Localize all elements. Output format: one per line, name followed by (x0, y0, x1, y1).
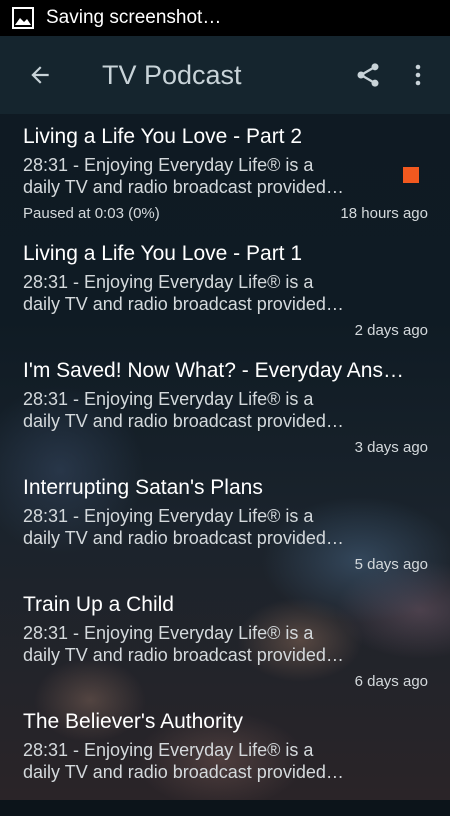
episode-title: The Believer's Authority (23, 710, 243, 733)
episode-description-line: 28:31 - Enjoying Everyday Life® is a (23, 623, 314, 643)
episode-description: 28:31 - Enjoying Everyday Life® is a dai… (23, 271, 383, 315)
playback-status: Paused at 0:03 (0%) (23, 205, 160, 222)
now-playing-stop-icon[interactable] (403, 167, 419, 183)
episode-title: Living a Life You Love - Part 2 (23, 125, 303, 148)
status-text: Saving screenshot… (46, 7, 222, 28)
back-button[interactable] (20, 55, 60, 95)
more-vert-icon (415, 64, 421, 86)
episode-description-line: 28:31 - Enjoying Everyday Life® is a (23, 506, 314, 526)
episode-meta: Paused at 0:03 (0%) 18 hours ago (23, 205, 428, 222)
episode-age: 2 days ago (354, 322, 428, 339)
episode-meta: 6 days ago (23, 673, 428, 690)
episode-description-line: 28:31 - Enjoying Everyday Life® is a (23, 389, 314, 409)
episode-item[interactable]: Living a Life You Love - Part 1 28:31 - … (0, 231, 450, 348)
image-icon (12, 7, 34, 29)
episode-description-line: daily TV and radio broadcast provided… (23, 294, 344, 314)
app-bar: TV Podcast (0, 36, 450, 114)
episode-list: Living a Life You Love - Part 2 28:31 - … (0, 114, 450, 816)
episode-description-line: daily TV and radio broadcast provided… (23, 762, 344, 782)
episode-description: 28:31 - Enjoying Everyday Life® is a dai… (23, 739, 383, 783)
episode-meta: 3 days ago (23, 439, 428, 456)
episode-item[interactable]: Train Up a Child 28:31 - Enjoying Everyd… (0, 582, 450, 699)
status-bar: Saving screenshot… (0, 0, 450, 36)
episode-item[interactable]: I'm Saved! Now What? - Everyday Ans… 28:… (0, 348, 450, 465)
episode-description-line: 28:31 - Enjoying Everyday Life® is a (23, 272, 314, 292)
page-title: TV Podcast (102, 59, 242, 90)
episode-title: Interrupting Satan's Plans (23, 476, 263, 499)
arrow-left-icon (31, 66, 49, 84)
episode-meta: 2 days ago (23, 322, 428, 339)
share-icon (357, 63, 379, 87)
episode-item[interactable]: Living a Life You Love - Part 2 28:31 - … (0, 114, 450, 231)
episode-description-line: daily TV and radio broadcast provided… (23, 411, 344, 431)
episode-description-line: daily TV and radio broadcast provided… (23, 177, 344, 197)
episode-title: I'm Saved! Now What? - Everyday Ans… (23, 359, 404, 382)
episode-meta: 5 days ago (23, 556, 428, 573)
episode-title: Living a Life You Love - Part 1 (23, 242, 303, 265)
episode-description-line: 28:31 - Enjoying Everyday Life® is a (23, 155, 314, 175)
episode-title: Train Up a Child (23, 593, 174, 616)
episode-age: 3 days ago (354, 439, 428, 456)
episode-age: 6 days ago (354, 673, 428, 690)
share-button[interactable] (348, 55, 388, 95)
episode-description-line: 28:31 - Enjoying Everyday Life® is a (23, 740, 314, 760)
more-options-button[interactable] (406, 55, 430, 95)
episode-age: 5 days ago (354, 556, 428, 573)
episode-age: 18 hours ago (340, 205, 428, 222)
episode-description: 28:31 - Enjoying Everyday Life® is a dai… (23, 505, 383, 549)
episode-description: 28:31 - Enjoying Everyday Life® is a dai… (23, 154, 383, 198)
episode-description-line: daily TV and radio broadcast provided… (23, 528, 344, 548)
episode-item[interactable]: Interrupting Satan's Plans 28:31 - Enjoy… (0, 465, 450, 582)
episode-description: 28:31 - Enjoying Everyday Life® is a dai… (23, 388, 383, 432)
episode-description: 28:31 - Enjoying Everyday Life® is a dai… (23, 622, 383, 666)
episode-item[interactable]: The Believer's Authority 28:31 - Enjoyin… (0, 699, 450, 816)
episode-description-line: daily TV and radio broadcast provided… (23, 645, 344, 665)
